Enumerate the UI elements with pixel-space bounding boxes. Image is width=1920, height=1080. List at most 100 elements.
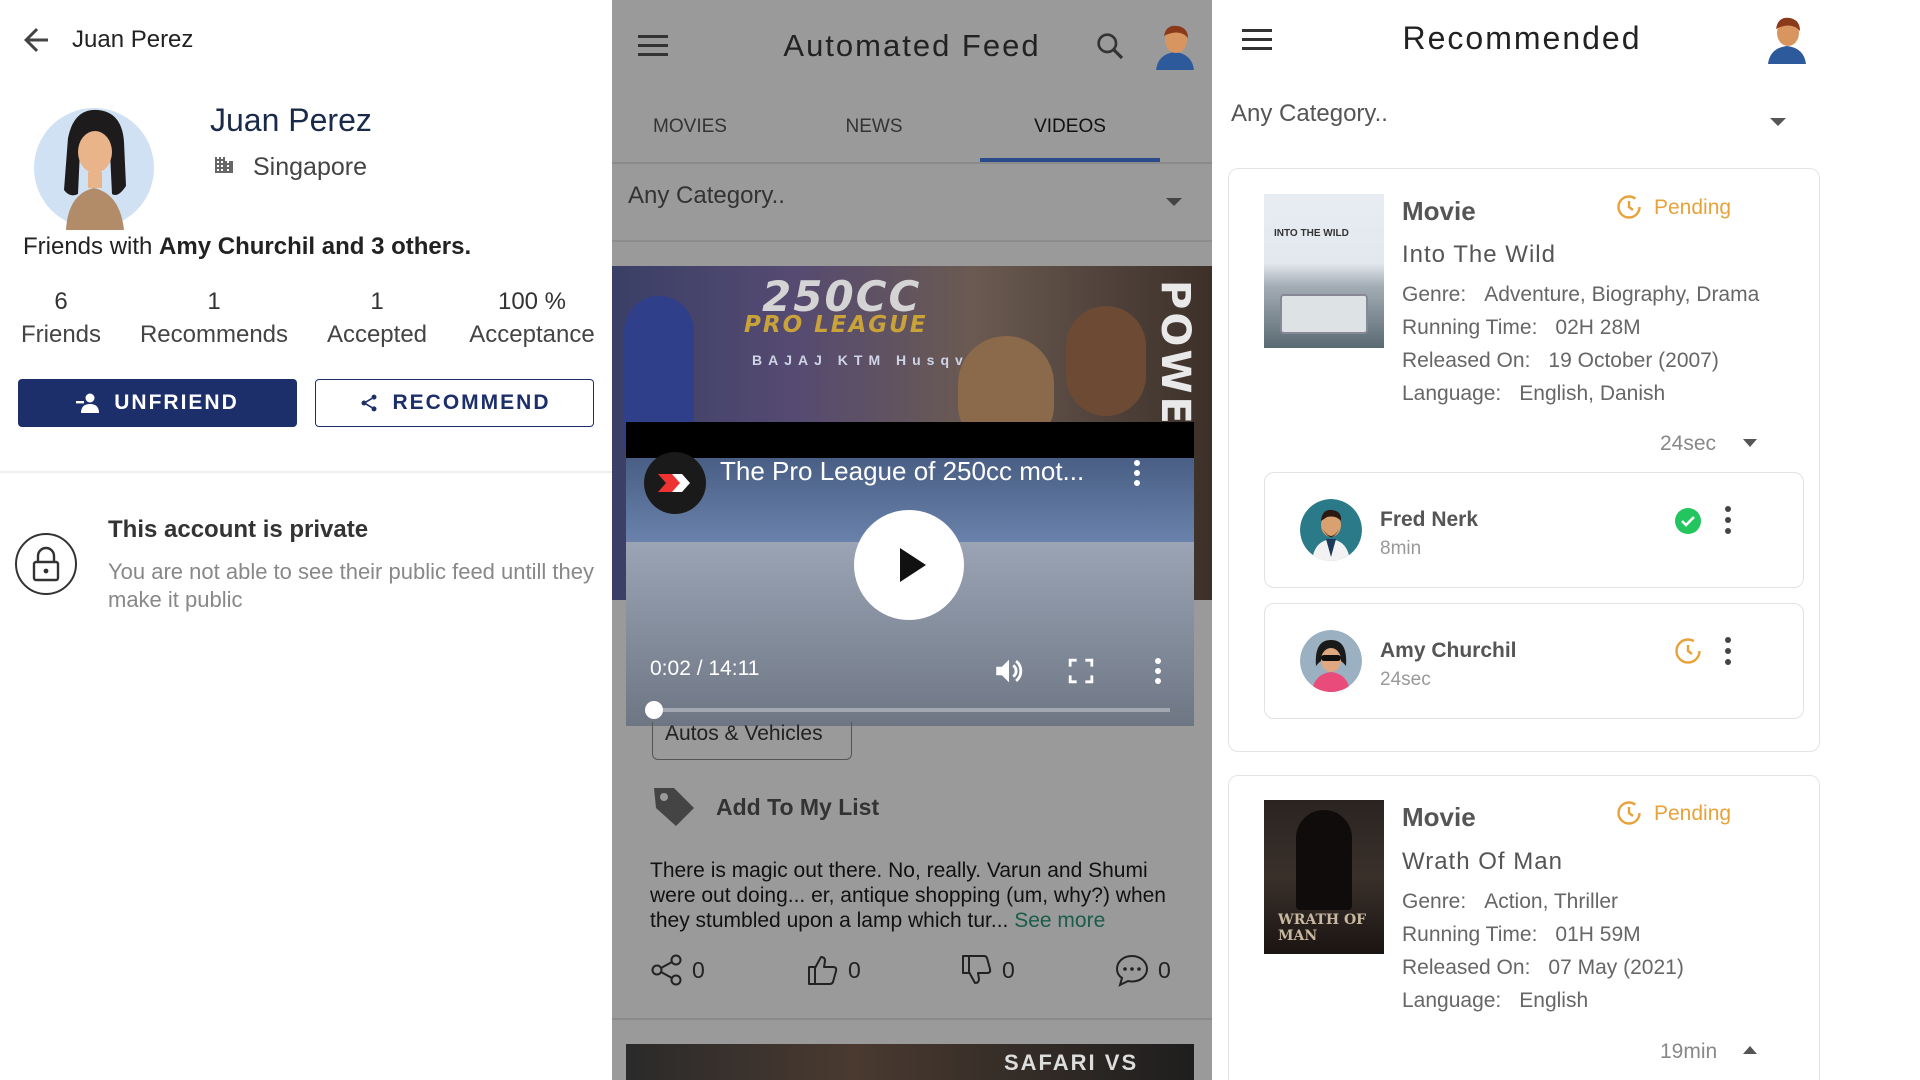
genre-label: Genre: bbox=[1402, 890, 1467, 913]
genre-label: Genre: bbox=[1402, 283, 1467, 306]
player-more-icon[interactable] bbox=[1153, 656, 1163, 686]
progress-bar[interactable] bbox=[650, 708, 1170, 712]
movie-title: Into The Wild bbox=[1402, 241, 1556, 268]
comment-icon bbox=[1115, 954, 1149, 987]
friends-with-text[interactable]: Friends with Amy Churchil and 3 others. bbox=[23, 233, 471, 261]
comment-count: 0 bbox=[1158, 956, 1171, 983]
user-avatar[interactable] bbox=[1152, 22, 1198, 70]
friends-with-prefix: Friends with bbox=[23, 233, 153, 260]
media-type: Movie bbox=[1402, 196, 1476, 226]
stat-acceptance[interactable]: 100 % Acceptance bbox=[458, 288, 606, 349]
category-chip[interactable]: Autos & Vehicles bbox=[652, 722, 852, 760]
runtime-value: 01H 59M bbox=[1555, 923, 1641, 946]
category-dropdown[interactable]: Any Category.. bbox=[628, 182, 785, 210]
comment-action[interactable]: 0 bbox=[1114, 952, 1171, 988]
building-icon bbox=[215, 157, 233, 173]
tag-icon[interactable] bbox=[650, 782, 698, 830]
released-label: Released On: bbox=[1402, 349, 1531, 372]
add-to-list-button[interactable]: Add To My List bbox=[716, 794, 879, 821]
genre-value: Action, Thriller bbox=[1484, 890, 1619, 913]
see-more-link[interactable]: See more bbox=[1014, 909, 1105, 932]
stat-value: 100 % bbox=[497, 288, 567, 315]
language-row: Language: English bbox=[1402, 989, 1588, 1013]
divider bbox=[612, 162, 1212, 164]
dislike-action[interactable]: 0 bbox=[960, 952, 1015, 988]
released-value: 19 October (2007) bbox=[1548, 349, 1719, 372]
video-title[interactable]: The Pro League of 250cc mot... bbox=[720, 456, 1120, 487]
runtime-row: Running Time: 01H 59M bbox=[1402, 923, 1641, 947]
video-time: 0:02 / 14:11 bbox=[650, 657, 760, 680]
stat-label: Friends bbox=[20, 321, 102, 348]
stat-friends[interactable]: 6 Friends bbox=[0, 288, 136, 349]
menu-icon[interactable] bbox=[1242, 28, 1272, 52]
recipient-name: Fred Nerk bbox=[1380, 508, 1479, 531]
channel-logo[interactable] bbox=[644, 452, 706, 514]
category-dropdown[interactable]: Any Category.. bbox=[1231, 100, 1388, 128]
next-video-thumbnail[interactable]: SAFARI VS INNOVA bbox=[626, 1044, 1194, 1080]
media-type: Movie bbox=[1402, 802, 1476, 832]
released-row: Released On: 07 May (2021) bbox=[1402, 956, 1684, 980]
language-row: Language: English, Danish bbox=[1402, 382, 1665, 406]
expand-caret-icon[interactable] bbox=[1742, 438, 1758, 448]
released-label: Released On: bbox=[1402, 956, 1531, 979]
feed-screen: Automated Feed MOVIES NEWS VIDEOS Any Ca… bbox=[612, 0, 1212, 1080]
stat-label: Acceptance bbox=[469, 321, 595, 348]
divider bbox=[0, 471, 612, 473]
divider bbox=[612, 1018, 1212, 1020]
recommend-button[interactable]: RECOMMEND bbox=[315, 379, 594, 427]
tab-videos[interactable]: VIDEOS bbox=[980, 116, 1160, 138]
share-count: 0 bbox=[692, 956, 705, 983]
next-video-title: SAFARI VS INNOVA bbox=[1004, 1050, 1139, 1080]
user-avatar[interactable] bbox=[1764, 14, 1810, 64]
video-more-icon[interactable] bbox=[1132, 458, 1142, 488]
poster-title: INTO THE WILD bbox=[1274, 228, 1349, 239]
pending-clock-icon bbox=[1617, 195, 1641, 219]
play-button[interactable] bbox=[854, 510, 964, 620]
recipient-avatar bbox=[1300, 499, 1362, 561]
tab-news[interactable]: NEWS bbox=[784, 116, 964, 138]
friends-with-names[interactable]: Amy Churchil and 3 others. bbox=[159, 233, 471, 260]
back-arrow-icon[interactable] bbox=[18, 22, 54, 58]
tab-movies[interactable]: MOVIES bbox=[612, 116, 780, 138]
stat-label: Accepted bbox=[326, 321, 428, 348]
header-name: Juan Perez bbox=[72, 26, 194, 53]
channel-logo-icon bbox=[658, 474, 690, 492]
status-badge: Pending bbox=[1654, 802, 1732, 825]
poster-bus-image bbox=[1280, 294, 1368, 334]
language-value: English, Danish bbox=[1519, 382, 1666, 405]
movie-poster[interactable]: WRATH OF MAN bbox=[1264, 800, 1384, 954]
unfriend-button[interactable]: UNFRIEND bbox=[18, 379, 297, 427]
poster-figure bbox=[1296, 810, 1352, 910]
play-icon bbox=[900, 548, 926, 582]
recipient-menu-icon[interactable] bbox=[1724, 505, 1732, 535]
profile-city: Singapore bbox=[253, 153, 367, 181]
dropdown-arrow-icon[interactable] bbox=[1768, 116, 1788, 128]
share-action[interactable]: 0 bbox=[650, 952, 705, 988]
divider bbox=[612, 240, 1212, 242]
dropdown-arrow-icon[interactable] bbox=[1164, 196, 1184, 208]
language-value: English bbox=[1519, 989, 1589, 1012]
collapse-caret-icon[interactable] bbox=[1742, 1045, 1758, 1055]
thumbs-up-icon bbox=[808, 956, 838, 985]
private-description: You are not able to see their public fee… bbox=[108, 559, 594, 612]
dislike-count: 0 bbox=[1002, 956, 1015, 983]
language-label: Language: bbox=[1402, 382, 1502, 405]
search-icon[interactable] bbox=[1094, 30, 1126, 62]
profile-avatar bbox=[34, 108, 154, 230]
share-icon bbox=[361, 394, 376, 412]
page-title: Recommended bbox=[1402, 20, 1642, 56]
stat-accepted[interactable]: 1 Accepted bbox=[302, 288, 452, 349]
person-image bbox=[1066, 306, 1146, 416]
private-title: This account is private bbox=[108, 516, 369, 543]
recipient-menu-icon[interactable] bbox=[1724, 636, 1732, 666]
volume-icon[interactable] bbox=[992, 654, 1026, 688]
person-remove-icon bbox=[76, 393, 100, 413]
movie-poster[interactable]: INTO THE WILD bbox=[1264, 194, 1384, 348]
stat-value: 1 bbox=[207, 288, 221, 315]
share-icon bbox=[651, 954, 682, 986]
like-action[interactable]: 0 bbox=[806, 952, 861, 988]
recipient-time: 24sec bbox=[1380, 669, 1431, 690]
fullscreen-icon[interactable] bbox=[1068, 658, 1094, 684]
recipient-name: Amy Churchil bbox=[1380, 639, 1517, 662]
stat-recommends[interactable]: 1 Recommends bbox=[138, 288, 290, 349]
